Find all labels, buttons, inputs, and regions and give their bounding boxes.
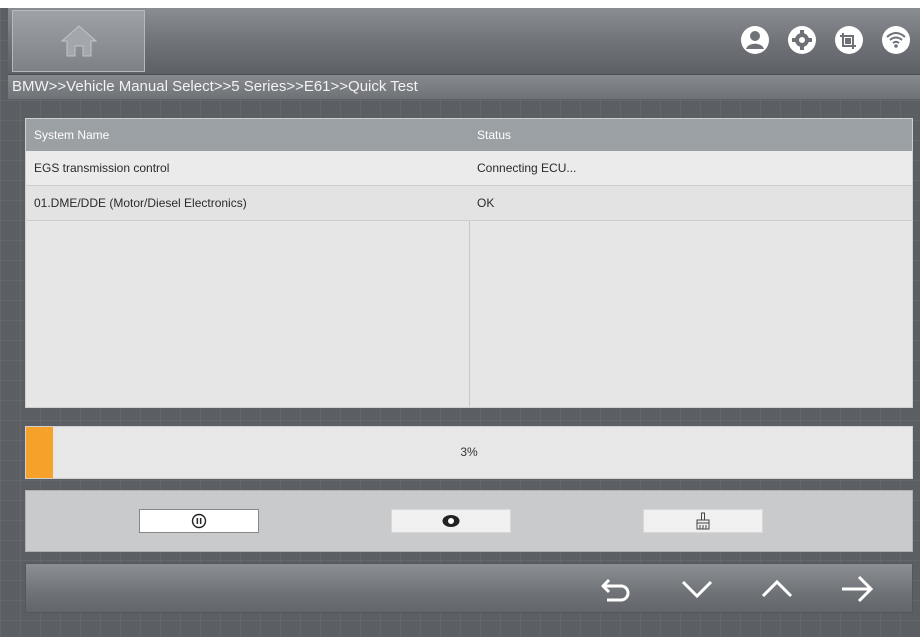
clear-button[interactable] — [643, 509, 763, 533]
breadcrumb: BMW>>Vehicle Manual Select>>5 Series>>E6… — [8, 75, 920, 99]
view-icon — [442, 515, 460, 527]
view-button[interactable] — [391, 509, 511, 533]
scroll-down-button[interactable] — [676, 569, 718, 609]
back-button[interactable] — [596, 569, 638, 609]
pause-button[interactable] — [139, 509, 259, 533]
user-button[interactable] — [739, 24, 771, 56]
home-button[interactable] — [12, 10, 145, 72]
pause-icon — [191, 513, 207, 529]
scroll-down-icon — [681, 580, 713, 599]
table-row[interactable]: 01.DME/DDE (Motor/Diesel Electronics) OK — [26, 186, 912, 221]
progress-label: 3% — [460, 445, 478, 459]
home-icon — [60, 25, 97, 57]
screenshot-button[interactable] — [833, 24, 865, 56]
column-header-status: Status — [477, 128, 512, 142]
progress-bar: 3% — [25, 426, 913, 479]
status-cell: OK — [477, 196, 495, 210]
scroll-up-button[interactable] — [756, 569, 798, 609]
header-bar — [8, 8, 920, 75]
next-icon — [842, 575, 874, 603]
settings-icon — [788, 26, 816, 54]
column-header-system-name: System Name — [34, 128, 110, 142]
status-cell: Connecting ECU... — [477, 161, 577, 175]
top-frame — [0, 0, 920, 8]
settings-button[interactable] — [786, 24, 818, 56]
clear-icon — [696, 512, 710, 530]
wifi-icon — [882, 26, 910, 54]
action-bar — [25, 490, 913, 552]
back-icon — [601, 578, 630, 602]
system-name-cell: EGS transmission control — [34, 161, 170, 175]
wifi-button[interactable] — [880, 24, 912, 56]
screenshot-icon — [835, 26, 863, 54]
scroll-up-icon — [761, 579, 793, 598]
table-row[interactable]: EGS transmission control Connecting ECU.… — [26, 151, 912, 186]
table-header: System Name Status — [26, 119, 912, 151]
footer-bar — [25, 563, 913, 613]
next-button[interactable] — [836, 569, 878, 609]
system-name-cell: 01.DME/DDE (Motor/Diesel Electronics) — [34, 196, 247, 210]
user-icon — [741, 26, 769, 54]
system-status-table: System Name Status EGS transmission cont… — [25, 118, 913, 408]
